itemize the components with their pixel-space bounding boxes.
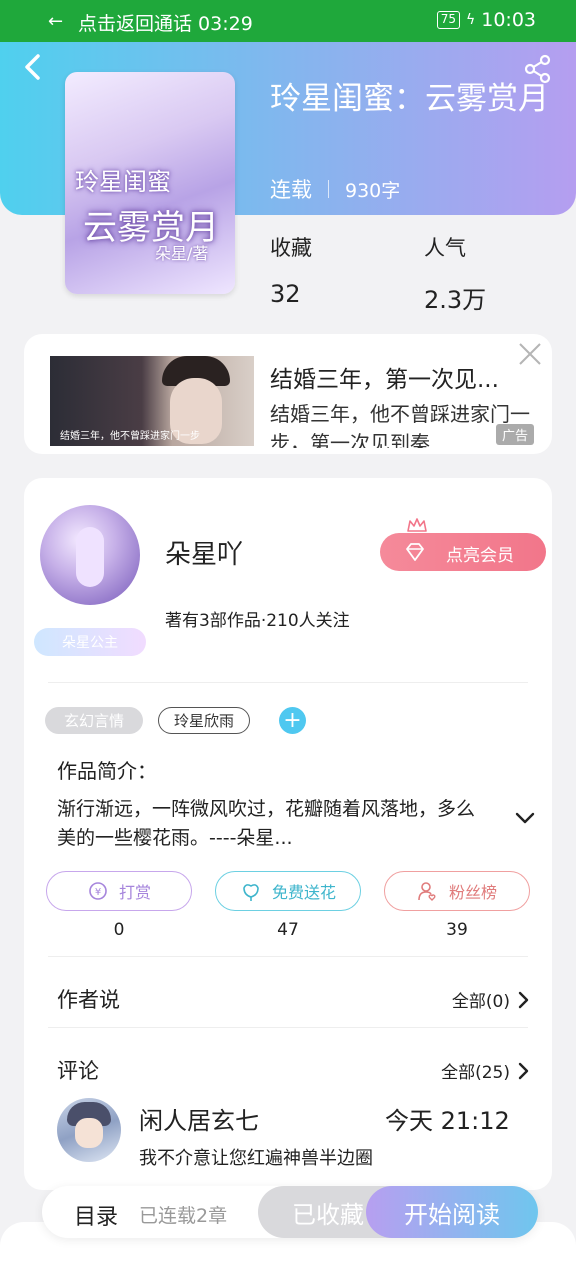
chevron-right-icon	[518, 1062, 529, 1079]
clock: 10:03	[481, 9, 536, 31]
word-count: 930字	[345, 179, 401, 202]
serial-status: 连载	[270, 178, 312, 202]
intro-text: 渐行渐远，一阵微风吹过，花瓣随着风落地，多么美的一些樱花雨。----朵星...	[57, 798, 476, 849]
divider	[48, 682, 528, 683]
intro-label: 作品简介：	[57, 759, 157, 783]
vip-button[interactable]: 点亮会员	[380, 533, 546, 571]
charging-icon: ϟ	[465, 12, 476, 28]
diamond-icon	[406, 543, 424, 561]
fans-ranking-label: 粉丝榜	[448, 883, 497, 902]
favorites-label: 收藏	[270, 236, 312, 260]
author-says-all-label: 全部(0)	[451, 992, 510, 1012]
favorites-stat: 收藏 32	[270, 232, 312, 308]
popularity-value: 2.3万	[424, 286, 487, 314]
fans-ranking-button[interactable]: 粉丝榜	[384, 871, 530, 911]
send-flower-button[interactable]: 免费送花	[215, 871, 361, 911]
return-to-call[interactable]: ← 点击返回通话 03:29	[48, 9, 253, 36]
ad-thumbnail: 结婚三年，他不曾踩进家门一步	[50, 356, 254, 446]
battery-icon: 75	[436, 11, 460, 29]
author-says-title: 作者说	[57, 988, 120, 1012]
toc-button[interactable]: 目录	[74, 1199, 118, 1231]
comment-text[interactable]: 我不介意让您红遍神兽半边圈	[139, 1144, 373, 1170]
popularity-stat: 人气 2.3万	[424, 232, 486, 315]
author-name[interactable]: 朵星吖	[165, 534, 243, 571]
ad-card[interactable]: 结婚三年，他不曾踩进家门一步 结婚三年，第一次见... 结婚三年，他不曾踩进家门…	[24, 334, 552, 454]
vip-label: 点亮会员	[446, 546, 514, 566]
close-icon[interactable]	[518, 342, 542, 366]
tip-count: 0	[113, 920, 125, 940]
author-meta: 著有3部作品·210人关注	[165, 611, 350, 631]
avatar-face	[75, 1118, 103, 1148]
start-reading-button[interactable]: 开始阅读	[366, 1186, 538, 1238]
tip-button[interactable]: ¥ 打赏	[46, 871, 192, 911]
fans-count: 39	[446, 920, 468, 940]
commenter-name[interactable]: 闲人居玄七	[139, 1101, 259, 1136]
divider	[48, 956, 528, 957]
back-arrow-icon: ←	[48, 11, 64, 32]
cover-art-text: 玲星闺蜜	[75, 168, 171, 196]
send-flower-label: 免费送花	[271, 883, 336, 902]
svg-text:¥: ¥	[95, 887, 101, 898]
chevron-down-icon[interactable]	[514, 809, 536, 827]
ad-headline: 结婚三年，第一次见...	[270, 367, 499, 393]
chevron-right-icon	[518, 991, 529, 1008]
fans-icon	[418, 882, 436, 901]
favorites-value: 32	[270, 280, 301, 308]
book-cover[interactable]: 玲星闺蜜 云雾赏月 朵星/著	[65, 72, 235, 294]
tag-genre[interactable]: 玄幻言情	[45, 707, 143, 734]
book-status: 连载 930字	[270, 174, 400, 204]
commenter-avatar[interactable]	[57, 1098, 121, 1162]
comments-all-label: 全部(25)	[441, 1063, 510, 1083]
crown-icon	[407, 518, 427, 532]
ad-thumbnail-caption: 结婚三年，他不曾踩进家门一步	[60, 431, 200, 442]
coin-icon: ¥	[89, 882, 107, 900]
add-tag-button[interactable]: +	[279, 707, 306, 734]
status-bar: ← 点击返回通话 03:29 75 ϟ 10:03	[0, 0, 576, 42]
flower-icon	[243, 884, 259, 901]
avatar-figure	[76, 527, 104, 587]
ad-label: 广告	[495, 424, 534, 445]
tag-custom[interactable]: 玲星欣雨	[158, 707, 250, 734]
call-text: 点击返回通话 03:29	[78, 13, 253, 35]
back-icon[interactable]	[20, 52, 46, 82]
comments-title: 评论	[57, 1059, 99, 1083]
cover-art-text: 朵星/著	[155, 244, 209, 263]
comment-time: 今天 21:12	[385, 1107, 510, 1135]
tip-label: 打赏	[118, 883, 151, 902]
chapter-count: 已连载2章	[139, 1205, 228, 1227]
divider	[48, 1027, 528, 1028]
comments-all-link[interactable]: 全部(25)	[441, 1058, 530, 1083]
popularity-label: 人气	[424, 236, 466, 260]
author-badge: 朵星公主	[34, 628, 146, 656]
author-avatar[interactable]	[40, 505, 140, 605]
author-says-all-link[interactable]: 全部(0)	[452, 987, 530, 1012]
book-title: 玲星闺蜜：云雾赏月	[270, 81, 549, 117]
divider	[328, 180, 329, 198]
flower-count: 47	[277, 920, 299, 940]
